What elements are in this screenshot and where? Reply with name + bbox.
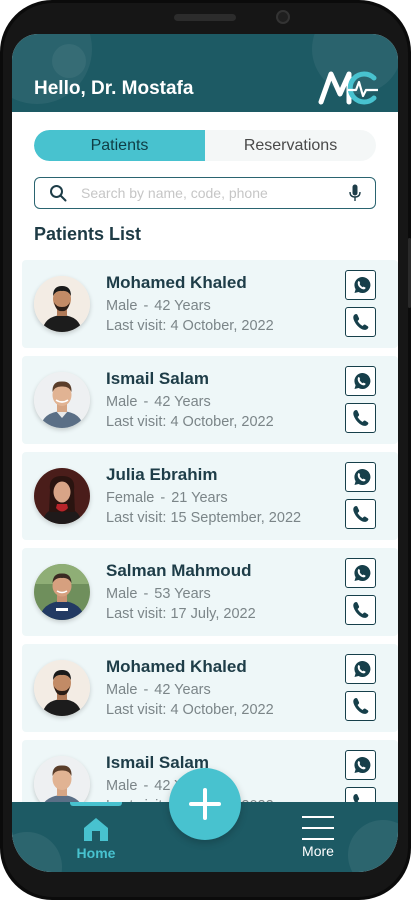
whatsapp-button[interactable] — [345, 462, 376, 492]
last-visit-label: Last visit: — [106, 318, 167, 334]
nav-decoration — [12, 832, 62, 872]
search-bar — [34, 177, 376, 209]
nav-decoration — [348, 820, 398, 872]
mc-heartbeat-logo-icon — [318, 71, 378, 105]
patient-details: Female -21 Years — [106, 490, 228, 506]
phone-icon — [352, 410, 368, 426]
call-button[interactable] — [345, 403, 376, 433]
last-visit-date: 17 July, 2022 — [170, 606, 256, 622]
search-icon — [50, 185, 67, 202]
patients-list: Mohamed Khaled Male -42 Years Last visit:… — [12, 260, 398, 808]
patient-age: 42 Years — [154, 298, 211, 314]
add-patient-button[interactable] — [169, 768, 241, 840]
patient-last-visit: Last visit: 4 October, 2022 — [106, 702, 274, 718]
patient-name: Salman Mahmoud — [106, 561, 252, 580]
patient-gender: Male — [106, 778, 138, 794]
app-screen: Hello, Dr. Mostafa Patients Reservations — [12, 34, 398, 872]
patient-avatar — [34, 372, 90, 428]
patient-details: Male-42 Years — [106, 682, 211, 698]
patient-gender: Male — [106, 586, 138, 602]
call-button[interactable] — [345, 595, 376, 625]
nav-more-label: More — [302, 843, 334, 859]
phone-icon — [352, 602, 368, 618]
patient-card[interactable]: Ismail Salam Male-42 Years Last visit: 4… — [22, 356, 398, 444]
patient-last-visit: Last visit: 4 October, 2022 — [106, 414, 274, 430]
phone-camera — [276, 10, 290, 24]
phone-frame: Hello, Dr. Mostafa Patients Reservations — [0, 0, 411, 900]
nav-home-label: Home — [76, 845, 116, 861]
whatsapp-icon — [353, 277, 370, 294]
microphone-icon[interactable] — [349, 184, 361, 202]
tab-patients[interactable]: Patients — [34, 130, 205, 161]
header-decoration — [52, 44, 86, 78]
patient-last-visit: Last visit: 15 September, 2022 — [106, 510, 301, 526]
last-visit-date: 4 October, 2022 — [170, 702, 274, 718]
search-input[interactable] — [81, 182, 331, 204]
whatsapp-button[interactable] — [345, 270, 376, 300]
patient-last-visit: Last visit: 4 October, 2022 — [106, 318, 274, 334]
active-tab-indicator — [70, 802, 122, 806]
patient-avatar — [34, 564, 90, 620]
greeting-text: Hello, Dr. Mostafa — [34, 78, 194, 99]
last-visit-date: 15 September, 2022 — [170, 510, 302, 526]
app-header: Hello, Dr. Mostafa — [12, 34, 398, 112]
whatsapp-icon — [353, 757, 370, 774]
patient-name: Mohamed Khaled — [106, 657, 247, 676]
whatsapp-icon — [353, 469, 370, 486]
phone-icon — [352, 314, 368, 330]
tab-reservations[interactable]: Reservations — [205, 130, 376, 161]
whatsapp-button[interactable] — [345, 366, 376, 396]
call-button[interactable] — [345, 691, 376, 721]
patient-age: 53 Years — [154, 586, 211, 602]
last-visit-label: Last visit: — [106, 510, 167, 526]
last-visit-label: Last visit: — [106, 414, 167, 430]
phone-icon — [352, 698, 368, 714]
patient-details: Male-42 Years — [106, 394, 211, 410]
patient-avatar — [34, 276, 90, 332]
whatsapp-button[interactable] — [345, 750, 376, 780]
patient-avatar — [34, 660, 90, 716]
patients-list-title: Patients List — [34, 224, 142, 244]
patient-gender: Male — [106, 682, 138, 698]
patient-card[interactable]: Mohamed Khaled Male -42 Years Last visit:… — [22, 260, 398, 348]
patient-details: Male -53 Years — [106, 586, 211, 602]
plus-icon — [189, 788, 221, 820]
last-visit-date: 4 October, 2022 — [170, 318, 274, 334]
whatsapp-button[interactable] — [345, 654, 376, 684]
whatsapp-icon — [353, 565, 370, 582]
whatsapp-icon — [353, 373, 370, 390]
last-visit-label: Last visit: — [106, 702, 167, 718]
patient-avatar — [34, 468, 90, 524]
whatsapp-icon — [353, 661, 370, 678]
last-visit-label: Last visit: — [106, 606, 167, 622]
patient-card[interactable]: Salman Mahmoud Male -53 Years Last visit:… — [22, 548, 398, 636]
patient-avatar — [34, 756, 90, 808]
patient-details: Male-42 Years — [106, 298, 211, 314]
nav-more[interactable]: More — [292, 816, 344, 866]
patient-card[interactable]: Julia Ebrahim Female -21 Years Last visit… — [22, 452, 398, 540]
patient-card[interactable]: Mohamed Khaled Male -42 Years Last visit:… — [22, 644, 398, 732]
patient-last-visit: Last visit: 17 July, 2022 — [106, 606, 256, 622]
whatsapp-button[interactable] — [345, 558, 376, 588]
patient-gender: Female — [106, 490, 155, 506]
patient-age: 42 Years — [154, 682, 211, 698]
patient-gender: Male — [106, 394, 138, 410]
home-icon — [84, 818, 108, 841]
phone-icon — [352, 506, 368, 522]
patient-name: Mohamed Khaled — [106, 273, 247, 292]
patients-reservations-toggle: Patients Reservations — [34, 130, 376, 161]
last-visit-date: 4 October, 2022 — [170, 414, 274, 430]
menu-icon — [302, 816, 334, 840]
nav-home[interactable]: Home — [68, 816, 124, 866]
patient-name: Julia Ebrahim — [106, 465, 218, 484]
patient-age: 21 Years — [171, 490, 228, 506]
patient-gender: Male — [106, 298, 138, 314]
phone-speaker — [174, 14, 236, 21]
patient-name: Ismail Salam — [106, 369, 210, 388]
patient-age: 42 Years — [154, 394, 211, 410]
call-button[interactable] — [345, 499, 376, 529]
call-button[interactable] — [345, 307, 376, 337]
